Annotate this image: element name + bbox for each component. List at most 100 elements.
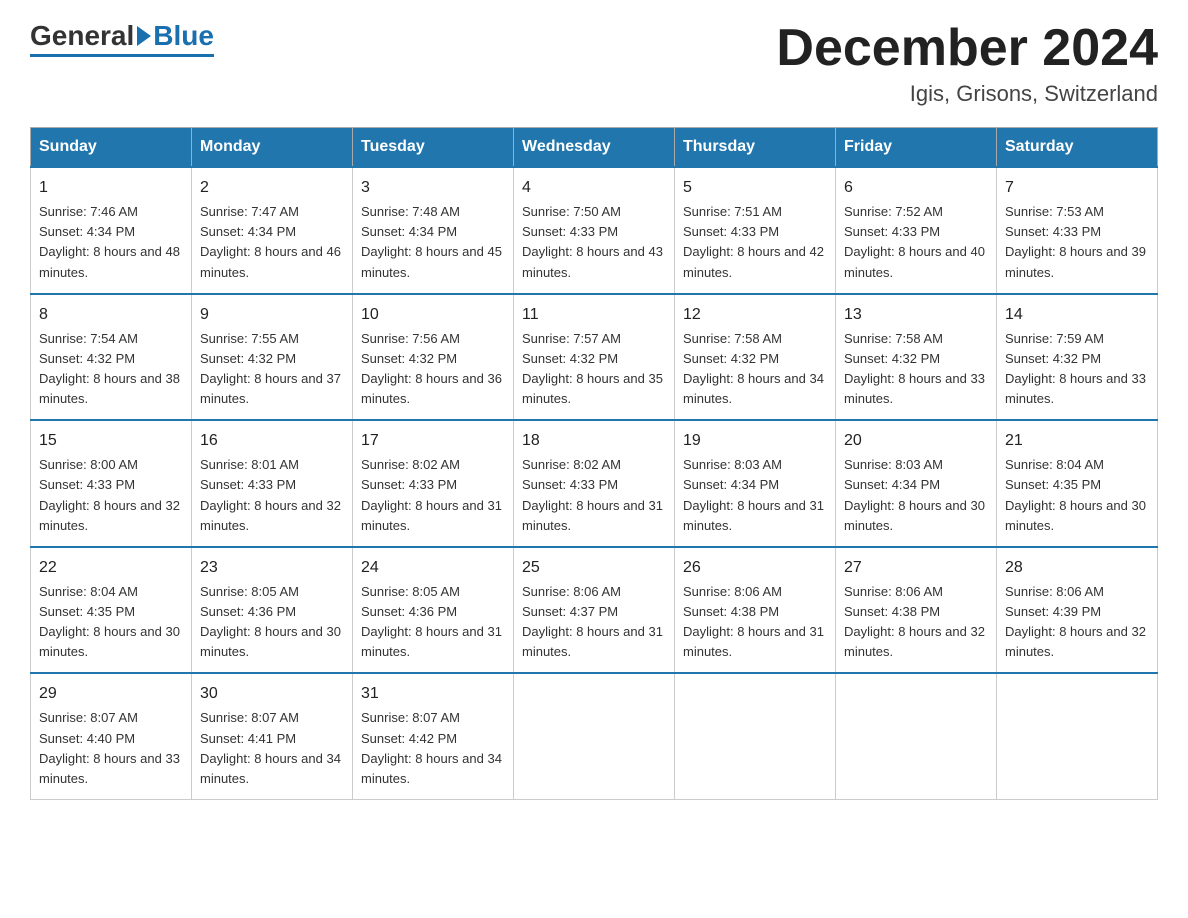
day-cell: [997, 673, 1158, 799]
day-number: 14: [1005, 303, 1149, 327]
header-row: Sunday Monday Tuesday Wednesday Thursday…: [31, 128, 1158, 168]
day-cell: 18Sunrise: 8:02 AMSunset: 4:33 PMDayligh…: [514, 420, 675, 547]
week-row-2: 8Sunrise: 7:54 AMSunset: 4:32 PMDaylight…: [31, 294, 1158, 421]
day-info: Sunrise: 8:06 AMSunset: 4:38 PMDaylight:…: [844, 582, 988, 663]
day-cell: 30Sunrise: 8:07 AMSunset: 4:41 PMDayligh…: [192, 673, 353, 799]
day-cell: 11Sunrise: 7:57 AMSunset: 4:32 PMDayligh…: [514, 294, 675, 421]
day-info: Sunrise: 8:07 AMSunset: 4:41 PMDaylight:…: [200, 708, 344, 789]
day-cell: 27Sunrise: 8:06 AMSunset: 4:38 PMDayligh…: [836, 547, 997, 674]
day-number: 30: [200, 682, 344, 706]
day-cell: 19Sunrise: 8:03 AMSunset: 4:34 PMDayligh…: [675, 420, 836, 547]
day-number: 21: [1005, 429, 1149, 453]
col-saturday: Saturday: [997, 128, 1158, 168]
day-info: Sunrise: 8:05 AMSunset: 4:36 PMDaylight:…: [200, 582, 344, 663]
day-info: Sunrise: 8:00 AMSunset: 4:33 PMDaylight:…: [39, 455, 183, 536]
day-cell: 29Sunrise: 8:07 AMSunset: 4:40 PMDayligh…: [31, 673, 192, 799]
day-number: 24: [361, 556, 505, 580]
day-info: Sunrise: 7:52 AMSunset: 4:33 PMDaylight:…: [844, 202, 988, 283]
title-block: December 2024 Igis, Grisons, Switzerland: [776, 20, 1158, 107]
day-cell: 16Sunrise: 8:01 AMSunset: 4:33 PMDayligh…: [192, 420, 353, 547]
day-info: Sunrise: 8:04 AMSunset: 4:35 PMDaylight:…: [39, 582, 183, 663]
day-info: Sunrise: 8:04 AMSunset: 4:35 PMDaylight:…: [1005, 455, 1149, 536]
day-cell: 31Sunrise: 8:07 AMSunset: 4:42 PMDayligh…: [353, 673, 514, 799]
day-number: 16: [200, 429, 344, 453]
col-wednesday: Wednesday: [514, 128, 675, 168]
day-info: Sunrise: 8:07 AMSunset: 4:42 PMDaylight:…: [361, 708, 505, 789]
day-cell: 3Sunrise: 7:48 AMSunset: 4:34 PMDaylight…: [353, 167, 514, 294]
day-number: 31: [361, 682, 505, 706]
day-cell: 21Sunrise: 8:04 AMSunset: 4:35 PMDayligh…: [997, 420, 1158, 547]
day-info: Sunrise: 8:03 AMSunset: 4:34 PMDaylight:…: [844, 455, 988, 536]
day-number: 2: [200, 176, 344, 200]
day-info: Sunrise: 7:48 AMSunset: 4:34 PMDaylight:…: [361, 202, 505, 283]
day-cell: [836, 673, 997, 799]
day-cell: 25Sunrise: 8:06 AMSunset: 4:37 PMDayligh…: [514, 547, 675, 674]
day-number: 9: [200, 303, 344, 327]
day-info: Sunrise: 7:59 AMSunset: 4:32 PMDaylight:…: [1005, 329, 1149, 410]
month-title: December 2024: [776, 20, 1158, 77]
day-info: Sunrise: 7:46 AMSunset: 4:34 PMDaylight:…: [39, 202, 183, 283]
col-friday: Friday: [836, 128, 997, 168]
day-info: Sunrise: 8:06 AMSunset: 4:38 PMDaylight:…: [683, 582, 827, 663]
day-number: 4: [522, 176, 666, 200]
day-number: 15: [39, 429, 183, 453]
col-monday: Monday: [192, 128, 353, 168]
day-cell: 2Sunrise: 7:47 AMSunset: 4:34 PMDaylight…: [192, 167, 353, 294]
day-number: 25: [522, 556, 666, 580]
day-number: 20: [844, 429, 988, 453]
day-number: 12: [683, 303, 827, 327]
logo-general-text: General: [30, 20, 134, 52]
day-cell: 12Sunrise: 7:58 AMSunset: 4:32 PMDayligh…: [675, 294, 836, 421]
day-info: Sunrise: 8:06 AMSunset: 4:37 PMDaylight:…: [522, 582, 666, 663]
day-info: Sunrise: 8:07 AMSunset: 4:40 PMDaylight:…: [39, 708, 183, 789]
day-number: 7: [1005, 176, 1149, 200]
day-info: Sunrise: 7:53 AMSunset: 4:33 PMDaylight:…: [1005, 202, 1149, 283]
week-row-5: 29Sunrise: 8:07 AMSunset: 4:40 PMDayligh…: [31, 673, 1158, 799]
col-thursday: Thursday: [675, 128, 836, 168]
day-number: 29: [39, 682, 183, 706]
day-cell: 7Sunrise: 7:53 AMSunset: 4:33 PMDaylight…: [997, 167, 1158, 294]
day-cell: [514, 673, 675, 799]
col-sunday: Sunday: [31, 128, 192, 168]
day-cell: 1Sunrise: 7:46 AMSunset: 4:34 PMDaylight…: [31, 167, 192, 294]
day-info: Sunrise: 8:03 AMSunset: 4:34 PMDaylight:…: [683, 455, 827, 536]
week-row-1: 1Sunrise: 7:46 AMSunset: 4:34 PMDaylight…: [31, 167, 1158, 294]
logo-underline: [30, 54, 214, 57]
day-number: 8: [39, 303, 183, 327]
day-info: Sunrise: 8:02 AMSunset: 4:33 PMDaylight:…: [522, 455, 666, 536]
day-number: 22: [39, 556, 183, 580]
day-number: 13: [844, 303, 988, 327]
logo-arrow-icon: [137, 26, 151, 46]
col-tuesday: Tuesday: [353, 128, 514, 168]
day-cell: 14Sunrise: 7:59 AMSunset: 4:32 PMDayligh…: [997, 294, 1158, 421]
day-number: 27: [844, 556, 988, 580]
day-number: 1: [39, 176, 183, 200]
day-cell: 22Sunrise: 8:04 AMSunset: 4:35 PMDayligh…: [31, 547, 192, 674]
day-number: 10: [361, 303, 505, 327]
day-info: Sunrise: 7:47 AMSunset: 4:34 PMDaylight:…: [200, 202, 344, 283]
day-cell: 23Sunrise: 8:05 AMSunset: 4:36 PMDayligh…: [192, 547, 353, 674]
day-cell: 20Sunrise: 8:03 AMSunset: 4:34 PMDayligh…: [836, 420, 997, 547]
day-cell: 24Sunrise: 8:05 AMSunset: 4:36 PMDayligh…: [353, 547, 514, 674]
day-cell: 4Sunrise: 7:50 AMSunset: 4:33 PMDaylight…: [514, 167, 675, 294]
day-info: Sunrise: 7:56 AMSunset: 4:32 PMDaylight:…: [361, 329, 505, 410]
day-number: 26: [683, 556, 827, 580]
day-number: 6: [844, 176, 988, 200]
day-number: 28: [1005, 556, 1149, 580]
day-cell: 17Sunrise: 8:02 AMSunset: 4:33 PMDayligh…: [353, 420, 514, 547]
day-info: Sunrise: 7:58 AMSunset: 4:32 PMDaylight:…: [683, 329, 827, 410]
day-cell: 9Sunrise: 7:55 AMSunset: 4:32 PMDaylight…: [192, 294, 353, 421]
day-cell: 13Sunrise: 7:58 AMSunset: 4:32 PMDayligh…: [836, 294, 997, 421]
day-info: Sunrise: 7:51 AMSunset: 4:33 PMDaylight:…: [683, 202, 827, 283]
logo: General Blue: [30, 20, 214, 57]
day-info: Sunrise: 7:50 AMSunset: 4:33 PMDaylight:…: [522, 202, 666, 283]
logo-blue-text: Blue: [153, 20, 214, 52]
day-number: 17: [361, 429, 505, 453]
location-text: Igis, Grisons, Switzerland: [776, 81, 1158, 107]
day-cell: [675, 673, 836, 799]
calendar-table: Sunday Monday Tuesday Wednesday Thursday…: [30, 127, 1158, 800]
day-info: Sunrise: 8:01 AMSunset: 4:33 PMDaylight:…: [200, 455, 344, 536]
day-cell: 10Sunrise: 7:56 AMSunset: 4:32 PMDayligh…: [353, 294, 514, 421]
day-cell: 5Sunrise: 7:51 AMSunset: 4:33 PMDaylight…: [675, 167, 836, 294]
day-info: Sunrise: 7:57 AMSunset: 4:32 PMDaylight:…: [522, 329, 666, 410]
